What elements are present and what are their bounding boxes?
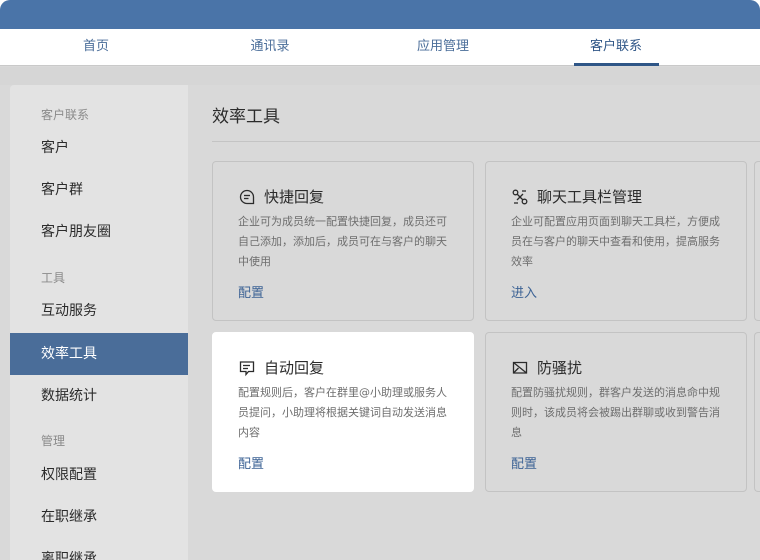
tab-contacts[interactable]: 通讯录 — [230, 29, 310, 66]
anti-harassment-icon — [511, 359, 529, 377]
card-description: 配置防骚扰规则，群客户发送的消息命中规则时，该成员将会被踢出群聊或收到警告消息 — [511, 386, 720, 439]
quick-reply-icon — [238, 188, 256, 206]
card-description: 企业可为成员统一配置快捷回复，成员还可自己添加，添加后，成员可在与客户的聊天中使… — [238, 215, 447, 268]
configure-anti-harassment-link[interactable]: 配置 — [511, 453, 537, 472]
card-title: 快捷回复 — [264, 188, 325, 206]
sidebar-item-customer-group[interactable]: 客户群 — [10, 169, 188, 211]
sidebar-item-interaction-service[interactable]: 互动服务 — [10, 290, 188, 332]
app-window: 首页 通讯录 应用管理 客户联系 客户联系 客户 客户群 客户朋友圈 工具 互动… — [0, 0, 760, 560]
configure-auto-reply-link[interactable]: 配置 — [238, 453, 264, 472]
sidebar: 客户联系 客户 客户群 客户朋友圈 工具 互动服务 效率工具 数据统计 管理 权… — [10, 85, 188, 560]
sidebar-item-efficiency-tools[interactable]: 效率工具 — [10, 333, 188, 375]
card-title: 聊天工具栏管理 — [537, 188, 643, 206]
title-divider — [212, 141, 760, 142]
tab-home[interactable]: 首页 — [56, 29, 136, 66]
card-partial-right-2 — [754, 332, 760, 492]
card-title-row: 聊天工具栏管理 — [511, 186, 642, 207]
card-title: 自动回复 — [264, 359, 325, 377]
tab-app-management[interactable]: 应用管理 — [403, 29, 483, 66]
sidebar-group-tools: 工具 — [41, 271, 66, 285]
tab-customer-contact[interactable]: 客户联系 — [576, 29, 656, 66]
content-gap — [0, 67, 760, 85]
top-navigation: 首页 通讯录 应用管理 客户联系 — [0, 29, 760, 66]
sidebar-item-permission-config[interactable]: 权限配置 — [10, 454, 188, 496]
card-chat-toolbar: 聊天工具栏管理 企业可配置应用页面到聊天工具栏，方便成员在与客户的聊天中查看和使… — [485, 161, 747, 321]
card-title-row: 防骚扰 — [511, 357, 582, 378]
title-bar — [0, 0, 760, 29]
sidebar-group-customer: 客户联系 — [41, 108, 90, 122]
card-quick-reply: 快捷回复 企业可为成员统一配置快捷回复，成员还可自己添加，添加后，成员可在与客户… — [212, 161, 474, 321]
sidebar-item-customer[interactable]: 客户 — [10, 127, 188, 169]
card-anti-harassment: 防骚扰 配置防骚扰规则，群客户发送的消息命中规则时，该成员将会被踢出群聊或收到警… — [485, 332, 747, 492]
sidebar-item-data-statistics[interactable]: 数据统计 — [10, 375, 188, 417]
card-title: 防骚扰 — [537, 359, 583, 377]
configure-quick-reply-link[interactable]: 配置 — [238, 282, 264, 301]
active-tab-indicator — [574, 63, 659, 66]
card-title-row: 自动回复 — [238, 357, 324, 378]
auto-reply-icon — [238, 359, 256, 377]
card-description: 配置规则后，客户在群里@小助理或服务人员提问，小助理将根据关键词自动发送消息内容 — [238, 386, 447, 439]
sidebar-item-resigned-inheritance[interactable]: 离职继承 — [10, 538, 188, 560]
card-auto-reply: 自动回复 配置规则后，客户在群里@小助理或服务人员提问，小助理将根据关键词自动发… — [212, 332, 474, 492]
enter-chat-toolbar-link[interactable]: 进入 — [511, 282, 537, 301]
main-content: 效率工具 快捷回复 企业可为成员统一配置快捷回复，成员还可自己添加，添加后，成员… — [188, 85, 760, 560]
card-description: 企业可配置应用页面到聊天工具栏，方便成员在与客户的聊天中查看和使用，提高服务效率 — [511, 215, 720, 268]
chat-toolbar-icon — [511, 188, 529, 206]
card-partial-right-1 — [754, 161, 760, 321]
page-title: 效率工具 — [212, 107, 280, 127]
card-title-row: 快捷回复 — [238, 186, 324, 207]
sidebar-item-customer-moments[interactable]: 客户朋友圈 — [10, 211, 188, 253]
sidebar-group-manage: 管理 — [41, 434, 66, 448]
sidebar-item-on-job-inheritance[interactable]: 在职继承 — [10, 496, 188, 538]
